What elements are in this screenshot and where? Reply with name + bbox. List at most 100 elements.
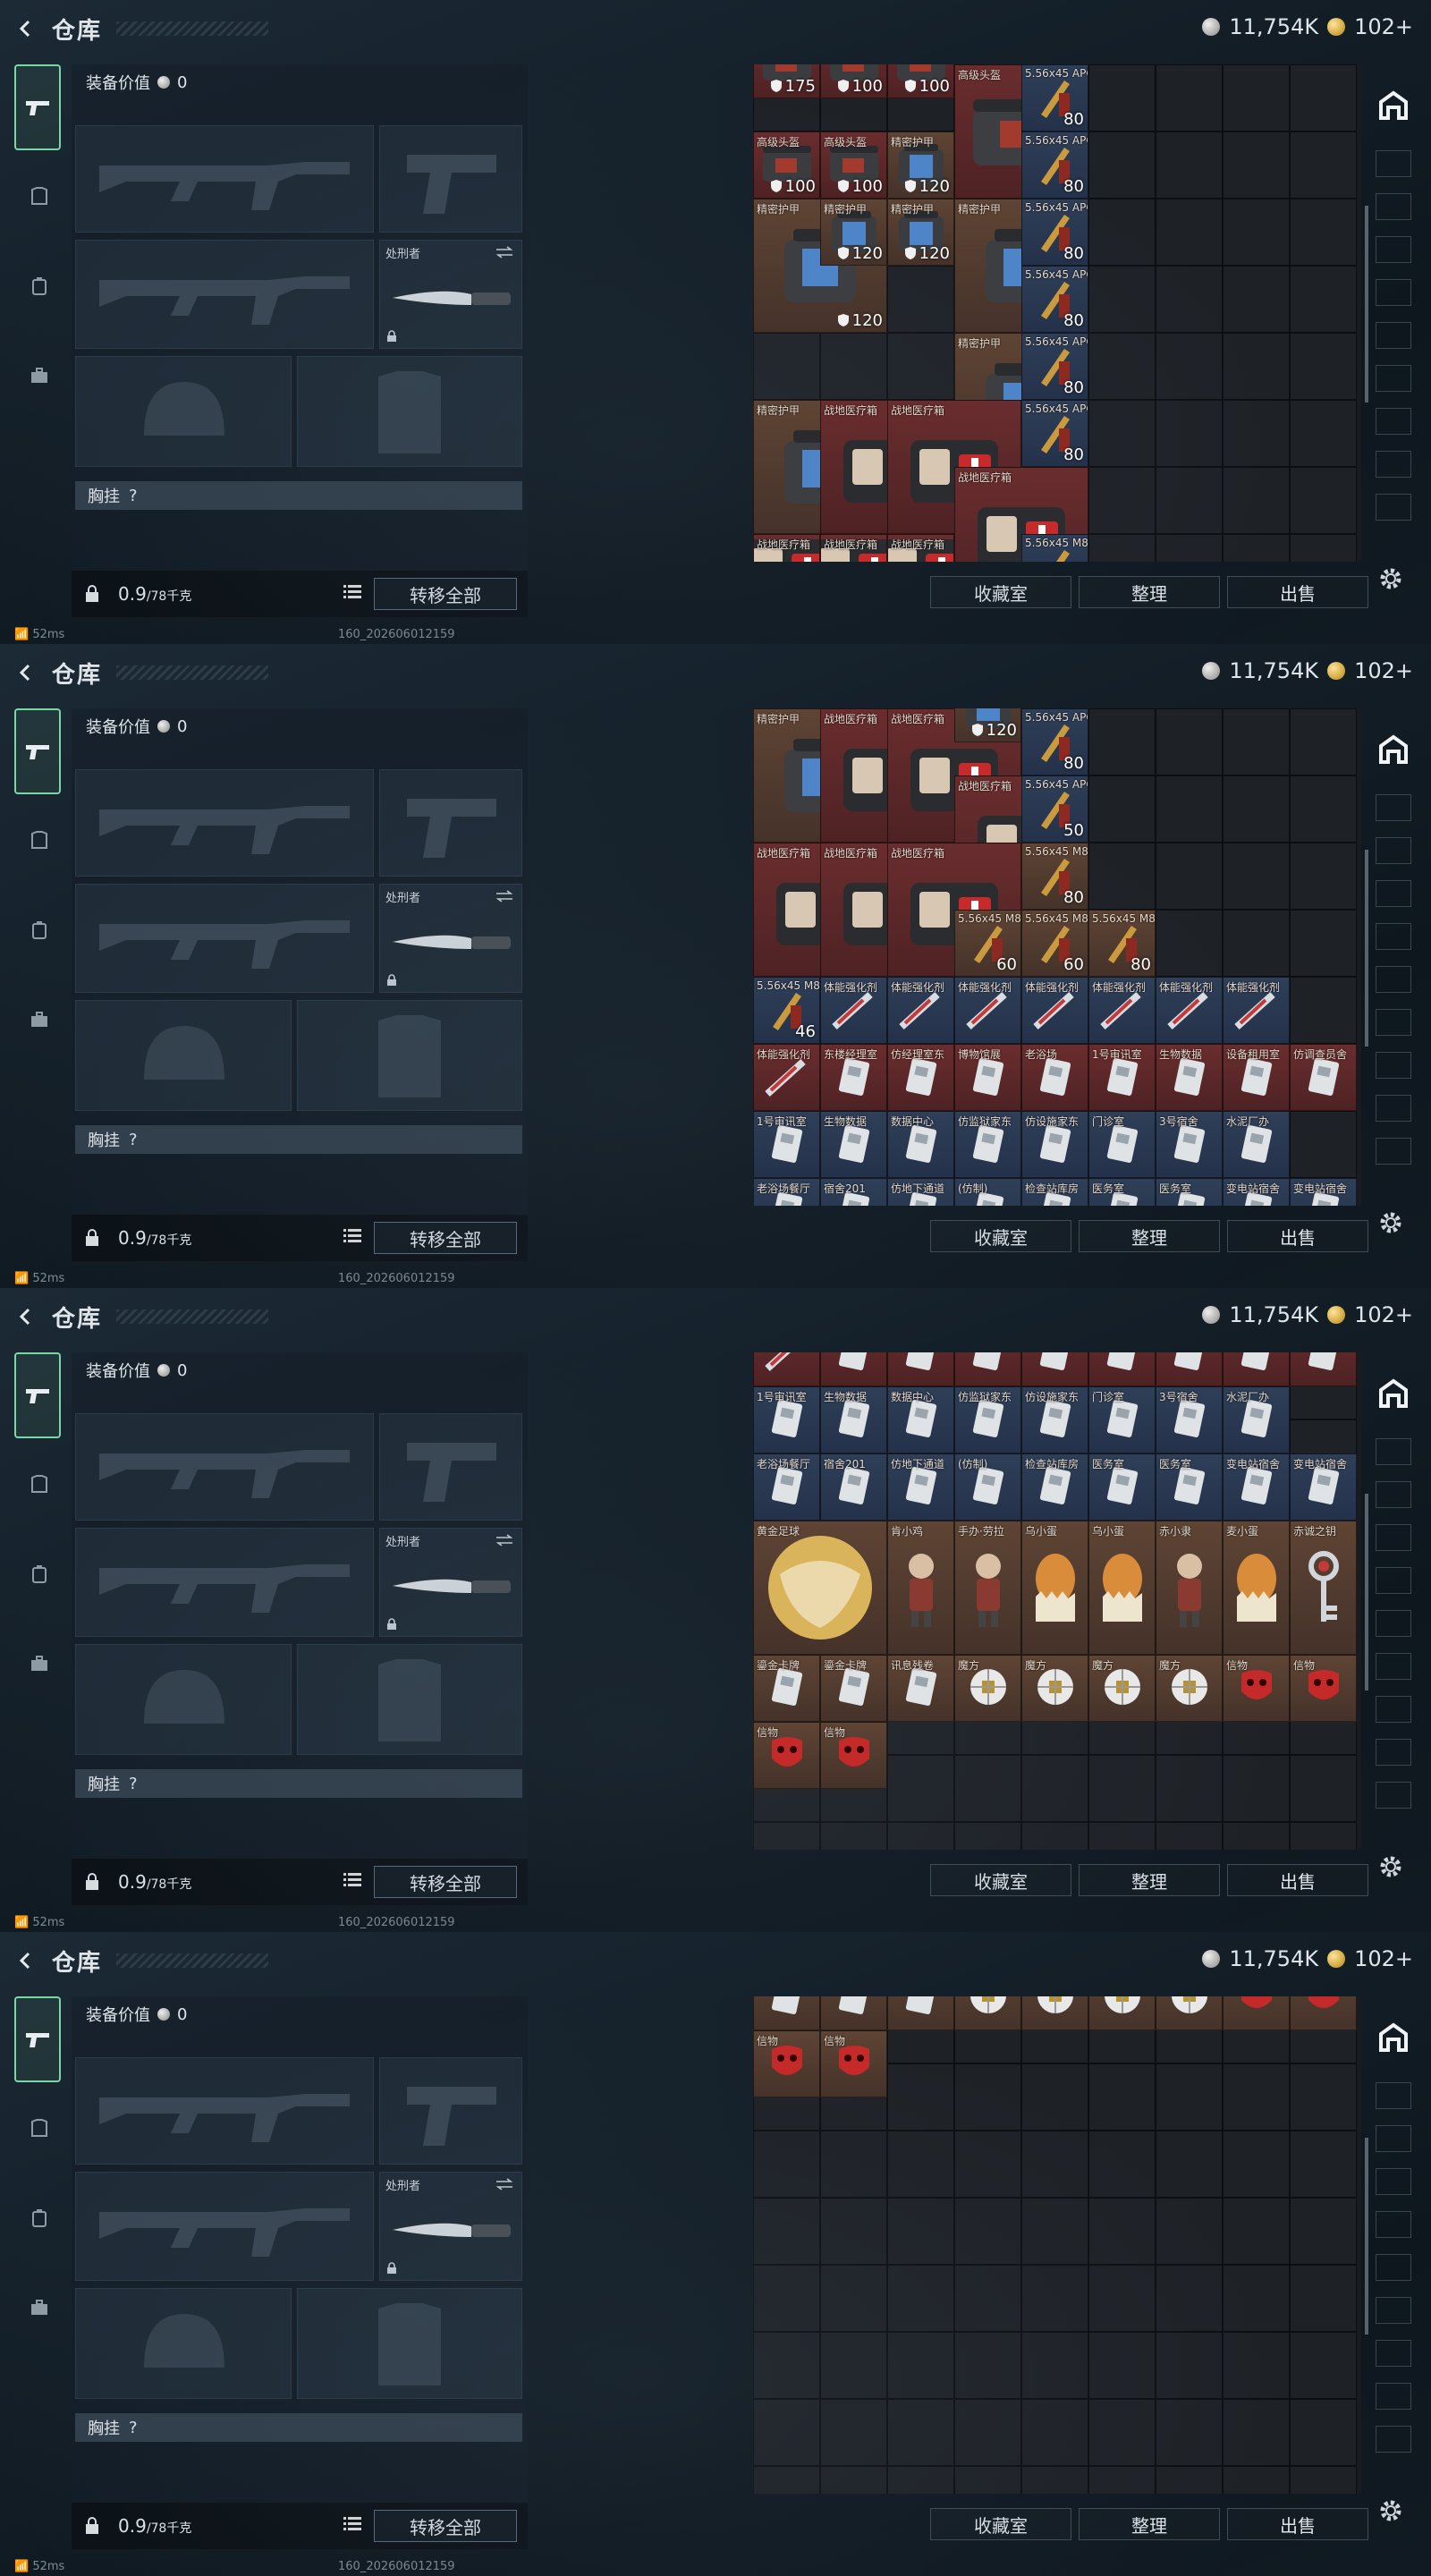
- empty-grid-cell[interactable]: [1088, 2063, 1156, 2131]
- inventory-item[interactable]: 生物数据: [820, 1385, 887, 1453]
- settings-gear-icon[interactable]: [1377, 565, 1404, 592]
- inventory-item[interactable]: 变电站宿舍: [1223, 1453, 1290, 1521]
- empty-grid-cell[interactable]: [1290, 64, 1357, 131]
- empty-grid-cell[interactable]: [1088, 2198, 1156, 2265]
- empty-grid-cell[interactable]: [1021, 2198, 1088, 2265]
- tab-armor[interactable]: [14, 798, 61, 884]
- sell-button[interactable]: 出售: [1227, 576, 1368, 608]
- melee-slot[interactable]: 处刑者: [379, 240, 522, 349]
- secondary-weapon-slot[interactable]: [75, 1528, 374, 1637]
- empty-grid-cell[interactable]: [1223, 534, 1290, 562]
- empty-grid-cell[interactable]: [1223, 64, 1290, 131]
- storage-page-tab[interactable]: [1376, 794, 1411, 821]
- inventory-item[interactable]: [1021, 1996, 1088, 2030]
- empty-grid-cell[interactable]: [1088, 333, 1156, 400]
- empty-grid-cell[interactable]: [1290, 843, 1357, 910]
- empty-grid-cell[interactable]: [1021, 2466, 1088, 2494]
- collection-button[interactable]: 收藏室: [930, 576, 1071, 608]
- inventory-item[interactable]: 医务室: [1088, 1453, 1156, 1521]
- storage-page-tab[interactable]: [1376, 1610, 1411, 1637]
- empty-grid-cell[interactable]: [1290, 2131, 1357, 2198]
- inventory-item[interactable]: 肯小鸡: [887, 1520, 954, 1655]
- inventory-item[interactable]: [1290, 1996, 1357, 2030]
- empty-grid-cell[interactable]: [1290, 708, 1357, 775]
- empty-grid-cell[interactable]: [1088, 467, 1156, 534]
- storage-page-tab[interactable]: [1376, 2340, 1411, 2367]
- storage-page-tab[interactable]: [1376, 279, 1411, 306]
- empty-grid-cell[interactable]: [820, 2332, 887, 2399]
- inventory-item[interactable]: 信物: [1223, 1654, 1290, 1722]
- inventory-item[interactable]: 老浴场餐厅: [753, 1178, 820, 1206]
- empty-grid-cell[interactable]: [1088, 266, 1156, 333]
- storage-page-tab[interactable]: [1376, 2254, 1411, 2281]
- storage-page-tab[interactable]: [1376, 1095, 1411, 1122]
- transfer-all-button[interactable]: 转移全部: [374, 1222, 517, 1254]
- inventory-item[interactable]: [887, 1996, 954, 2030]
- empty-grid-cell[interactable]: [1223, 910, 1290, 977]
- inventory-item[interactable]: 博物馆展: [954, 1044, 1021, 1111]
- sell-button[interactable]: 出售: [1227, 1220, 1368, 1252]
- empty-grid-cell[interactable]: [753, 2332, 820, 2399]
- sort-button[interactable]: 整理: [1079, 1864, 1220, 1896]
- sort-button[interactable]: 整理: [1079, 576, 1220, 608]
- inventory-item[interactable]: 乌小蛋: [1021, 1520, 1088, 1655]
- inventory-item[interactable]: 赤小隶: [1156, 1520, 1223, 1655]
- empty-grid-cell[interactable]: [954, 2131, 1021, 2198]
- inventory-item[interactable]: 设备租用室: [1223, 1352, 1290, 1386]
- tab-armor[interactable]: [14, 2086, 61, 2172]
- empty-grid-cell[interactable]: [1156, 64, 1223, 131]
- inventory-item[interactable]: 仿监狱家东: [954, 1385, 1021, 1453]
- empty-grid-cell[interactable]: [1223, 266, 1290, 333]
- swap-icon[interactable]: [495, 890, 514, 902]
- inventory-item[interactable]: 魔方: [1088, 1654, 1156, 1722]
- empty-grid-cell[interactable]: [1088, 64, 1156, 131]
- inventory-item[interactable]: 120: [954, 708, 1021, 742]
- empty-grid-cell[interactable]: [1223, 843, 1290, 910]
- empty-grid-cell[interactable]: [1156, 775, 1223, 843]
- storage-page-tab[interactable]: [1376, 2383, 1411, 2410]
- inventory-item[interactable]: 5.56x45 M855A1 46: [753, 977, 820, 1044]
- inventory-item[interactable]: 东楼经理室: [820, 1044, 887, 1111]
- empty-grid-cell[interactable]: [954, 2063, 1021, 2131]
- helmet-slot[interactable]: [75, 1000, 292, 1111]
- empty-grid-cell[interactable]: [887, 2399, 954, 2466]
- inventory-item[interactable]: 高级头盔 100: [753, 131, 820, 199]
- empty-grid-cell[interactable]: [887, 1755, 954, 1822]
- tab-weapons[interactable]: [14, 708, 61, 794]
- empty-grid-cell[interactable]: [820, 2265, 887, 2332]
- inventory-item[interactable]: 仿设施家东: [1021, 1111, 1088, 1178]
- inventory-item[interactable]: 魔方: [1156, 1654, 1223, 1722]
- empty-grid-cell[interactable]: [1021, 1755, 1088, 1822]
- armor-slot[interactable]: [297, 1000, 522, 1111]
- empty-grid-cell[interactable]: [1290, 266, 1357, 333]
- storage-page-tab[interactable]: [1376, 1739, 1411, 1766]
- inventory-item[interactable]: 5.56x45 APC 80: [1021, 199, 1088, 266]
- tab-armor[interactable]: [14, 1442, 61, 1528]
- warehouse-home-button[interactable]: [1376, 88, 1411, 123]
- inventory-item[interactable]: 信物: [753, 1721, 820, 1789]
- empty-grid-cell[interactable]: [1088, 2265, 1156, 2332]
- empty-grid-cell[interactable]: [1088, 2466, 1156, 2494]
- inventory-item[interactable]: 魔方: [1021, 1654, 1088, 1722]
- empty-grid-cell[interactable]: [1021, 1822, 1088, 1850]
- storage-page-tab[interactable]: [1376, 365, 1411, 392]
- chest-rig-slot[interactable]: 胸挂 ?: [75, 481, 522, 510]
- empty-grid-cell[interactable]: [954, 2265, 1021, 2332]
- storage-page-tab[interactable]: [1376, 150, 1411, 177]
- storage-page-tab[interactable]: [1376, 1481, 1411, 1508]
- inventory-item[interactable]: 体能强化剂: [1088, 977, 1156, 1044]
- inventory-item[interactable]: 1号审讯室: [753, 1385, 820, 1453]
- empty-grid-cell[interactable]: [1290, 910, 1357, 977]
- inventory-item[interactable]: 宿舍201: [820, 1178, 887, 1206]
- storage-page-tab[interactable]: [1376, 1009, 1411, 1036]
- inventory-item[interactable]: 仿设施家东: [1021, 1385, 1088, 1453]
- inventory-item[interactable]: 仿调查员舍: [1290, 1044, 1357, 1111]
- tab-armor[interactable]: [14, 154, 61, 240]
- empty-grid-cell[interactable]: [1156, 2332, 1223, 2399]
- inventory-item[interactable]: 体能强化剂: [820, 977, 887, 1044]
- storage-page-tab[interactable]: [1376, 1653, 1411, 1680]
- empty-grid-cell[interactable]: [1290, 2466, 1357, 2494]
- inventory-item[interactable]: 赤诚之钥: [1290, 1520, 1357, 1655]
- chest-rig-help[interactable]: ?: [129, 2419, 138, 2437]
- inventory-item[interactable]: 精密护甲 120: [887, 131, 954, 199]
